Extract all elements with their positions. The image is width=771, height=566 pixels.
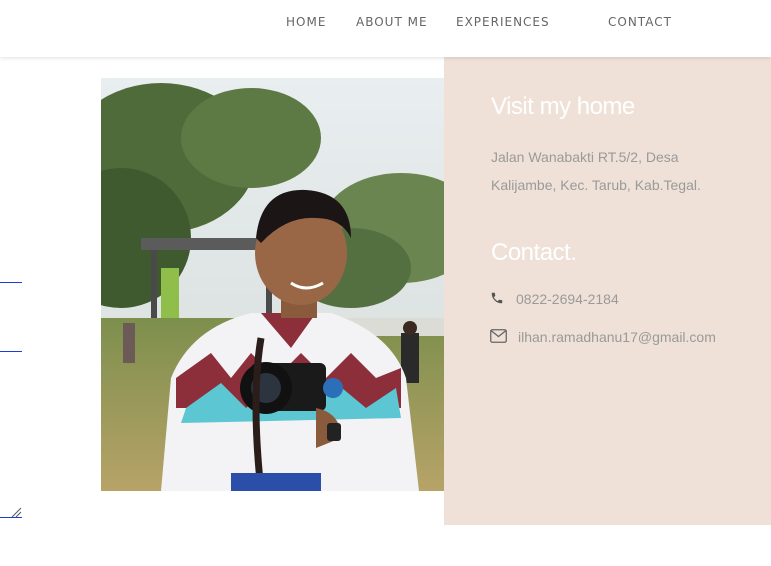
profile-photo-illustration (101, 78, 444, 491)
phone-row: 0822-2694-2184 (490, 291, 619, 307)
phone-number[interactable]: 0822-2694-2184 (516, 291, 619, 307)
form-input-edge[interactable] (0, 351, 22, 352)
email-row: ilhan.ramadhanu17@gmail.com (490, 329, 716, 345)
top-navbar: HOME ABOUT ME EXPERIENCES CONTACT (0, 0, 771, 57)
envelope-icon (490, 329, 508, 345)
contact-info-panel: Visit my home Jalan Wanabakti RT.5/2, De… (444, 57, 771, 525)
form-input-edge[interactable] (0, 282, 22, 283)
email-address[interactable]: ilhan.ramadhanu17@gmail.com (518, 329, 716, 345)
nav-experiences-link[interactable]: EXPERIENCES (456, 15, 550, 29)
nav-about-link[interactable]: ABOUT ME (356, 15, 428, 29)
phone-icon (490, 291, 506, 307)
nav-contact-link[interactable]: CONTACT (608, 15, 672, 29)
home-address: Jalan Wanabakti RT.5/2, Desa Kalijambe, … (491, 149, 701, 193)
contact-heading: Contact. (491, 239, 577, 266)
visit-home-heading: Visit my home (491, 93, 635, 120)
nav-home-link[interactable]: HOME (286, 15, 326, 29)
textarea-resize-grip-icon[interactable] (11, 507, 22, 518)
profile-photo (101, 78, 444, 491)
